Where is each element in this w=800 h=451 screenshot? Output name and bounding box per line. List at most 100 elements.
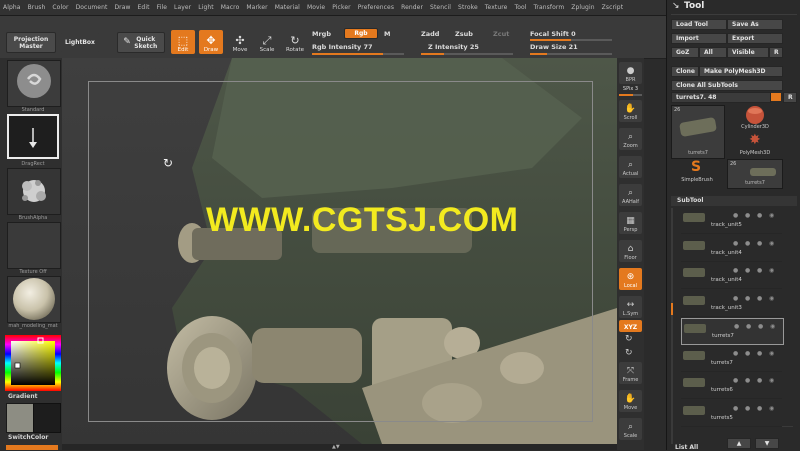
make-polymesh-button[interactable]: Make PolyMesh3D <box>699 66 783 77</box>
subtool-toggle-icon[interactable]: ● <box>733 212 738 219</box>
visibility-eye-icon[interactable]: ◉ <box>769 377 774 384</box>
subtool-up-button[interactable]: ▲ <box>727 438 751 449</box>
move-view-button[interactable]: ✋ Move <box>619 390 642 412</box>
visibility-eye-icon[interactable]: ◉ <box>769 240 774 247</box>
subtool-toggle-icon[interactable]: ● <box>746 323 751 330</box>
subtool-toggle-icon[interactable]: ● <box>745 377 750 384</box>
menu-item-transform[interactable]: Transform <box>531 4 569 11</box>
menu-item-alpha[interactable]: Alpha <box>0 4 25 11</box>
goz-button[interactable]: GoZ <box>671 47 699 58</box>
clone-button[interactable]: Clone <box>671 66 699 77</box>
visible-button[interactable]: Visible <box>727 47 769 58</box>
material-thumbnail[interactable] <box>7 276 61 323</box>
persp-button[interactable]: ▦ Persp <box>619 212 642 234</box>
menu-item-render[interactable]: Render <box>398 4 427 11</box>
subtool-toggle-icon[interactable]: ● <box>745 295 750 302</box>
scale-view-button[interactable]: ⌕ Scale <box>619 418 642 440</box>
move-mode-button[interactable]: ✣ Move <box>228 30 252 54</box>
zadd-button[interactable]: Zadd <box>421 30 439 38</box>
subtool-header[interactable]: SubTool <box>671 196 797 206</box>
zcut-button[interactable]: Zcut <box>493 30 509 38</box>
frame-button[interactable]: ⤧ Frame <box>619 362 642 384</box>
alternate-color-bar[interactable] <box>6 445 58 450</box>
rotate-z-icon[interactable]: ↻ <box>625 348 633 358</box>
subtool-row[interactable]: turrets7 ● ● ● ◉ <box>681 318 784 345</box>
subtool-toggle-icon[interactable]: ● <box>733 267 738 274</box>
subtool-toggle-icon[interactable]: ● <box>745 212 750 219</box>
subtool-row[interactable]: turrets5 ● ● ● ◉ <box>681 401 782 427</box>
visibility-eye-icon[interactable]: ◉ <box>769 405 774 412</box>
local-button[interactable]: ⊛ Local <box>619 268 642 290</box>
current-tool-r-button[interactable]: R <box>783 92 797 103</box>
menu-item-edit[interactable]: Edit <box>135 4 154 11</box>
subtool-toggle-icon[interactable]: ● <box>733 377 738 384</box>
subtool-toggle-icon[interactable]: ● <box>745 350 750 357</box>
tool-thumb-turrets7-b[interactable]: 26 turrets7 <box>727 159 783 189</box>
subtool-toggle-icon[interactable]: ● <box>734 323 739 330</box>
z-intensity-slider[interactable] <box>421 53 513 55</box>
menu-item-movie[interactable]: Movie <box>304 4 329 11</box>
subtool-toggle-icon[interactable]: ● <box>733 405 738 412</box>
draw-mode-button[interactable]: ✥ Draw <box>199 30 223 54</box>
r-button[interactable]: R <box>769 47 783 58</box>
switch-color-button[interactable]: SwitchColor <box>8 434 48 441</box>
subtool-scrollbar[interactable] <box>671 208 673 444</box>
menu-item-zplugin[interactable]: Zplugin <box>568 4 598 11</box>
rotate-mode-button[interactable]: ↻ Rotate <box>283 30 307 54</box>
lightbox-button[interactable]: LightBox <box>60 32 100 53</box>
texture-thumbnail[interactable] <box>7 222 61 269</box>
subtool-row[interactable]: turrets7 ● ● ● ◉ <box>681 346 782 372</box>
rotate-y-icon[interactable]: ↻ <box>625 334 633 344</box>
palette-title[interactable]: Tool <box>684 1 704 11</box>
menu-item-light[interactable]: Light <box>195 4 217 11</box>
subtool-toggle-icon[interactable]: ● <box>745 405 750 412</box>
rgb-button[interactable]: Rgb <box>344 28 378 39</box>
visibility-eye-icon[interactable]: ◉ <box>769 295 774 302</box>
subtool-toggle-icon[interactable]: ● <box>757 405 762 412</box>
subtool-toggle-icon[interactable]: ● <box>733 240 738 247</box>
quick-sketch-button[interactable]: ✎ Quick Sketch <box>117 32 165 53</box>
gradient-label[interactable]: Gradient <box>8 393 38 400</box>
menu-item-macro[interactable]: Macro <box>218 4 244 11</box>
aahalf-button[interactable]: ⌕ AAHalf <box>619 184 642 206</box>
color-picker[interactable] <box>5 335 61 391</box>
visibility-eye-icon[interactable]: ◉ <box>769 267 774 274</box>
all-button[interactable]: All <box>699 47 727 58</box>
current-tool-slider-knob[interactable] <box>771 93 781 101</box>
visibility-eye-icon[interactable]: ◉ <box>769 212 774 219</box>
subtool-toggle-icon[interactable]: ● <box>757 377 762 384</box>
subtool-toggle-icon[interactable]: ● <box>745 240 750 247</box>
zsub-button[interactable]: Zsub <box>455 30 473 38</box>
subtool-scroll-thumb[interactable] <box>671 303 673 315</box>
rgb-intensity-slider[interactable] <box>312 53 404 55</box>
menu-item-file[interactable]: File <box>154 4 171 11</box>
menu-item-marker[interactable]: Marker <box>243 4 271 11</box>
subtool-down-button[interactable]: ▼ <box>755 438 779 449</box>
lsym-button[interactable]: ↔ L.Sym <box>619 296 642 318</box>
main-color-swatch[interactable] <box>6 403 34 433</box>
tool-thumb-polymesh3d[interactable]: ✸ PolyMesh3D <box>729 132 781 156</box>
visibility-eye-icon[interactable]: ◉ <box>770 323 775 330</box>
subtool-toggle-icon[interactable]: ● <box>757 267 762 274</box>
tool-thumb-cylinder3d[interactable]: Cylinder3D <box>729 106 781 130</box>
canvas-viewport[interactable]: ↻ WWW.CGTSJ.COM <box>62 58 617 444</box>
zoom-button[interactable]: ⌕ Zoom <box>619 128 642 150</box>
subtool-toggle-icon[interactable]: ● <box>733 350 738 357</box>
scale-mode-button[interactable]: ⤢ Scale <box>255 30 279 54</box>
subtool-row[interactable]: track_unit3 ● ● ● ◉ <box>681 291 782 317</box>
focal-shift-slider[interactable] <box>530 39 612 41</box>
subtool-toggle-icon[interactable]: ● <box>757 350 762 357</box>
bpr-button[interactable]: ● BPR <box>619 62 642 84</box>
actual-button[interactable]: ⌕ Actual <box>619 156 642 178</box>
menu-item-stencil[interactable]: Stencil <box>427 4 455 11</box>
menu-item-layer[interactable]: Layer <box>171 4 195 11</box>
subtool-row[interactable]: turrets6 ● ● ● ◉ <box>681 373 782 399</box>
spix-slider[interactable] <box>619 94 642 96</box>
secondary-color-swatch[interactable] <box>33 403 61 433</box>
tool-thumb-turrets7[interactable]: 26 turrets7 <box>671 105 725 159</box>
menu-item-color[interactable]: Color <box>49 4 72 11</box>
load-tool-button[interactable]: Load Tool <box>671 19 727 30</box>
menu-item-material[interactable]: Material <box>272 4 304 11</box>
menu-item-draw[interactable]: Draw <box>111 4 134 11</box>
stroke-thumbnail[interactable] <box>7 114 59 159</box>
